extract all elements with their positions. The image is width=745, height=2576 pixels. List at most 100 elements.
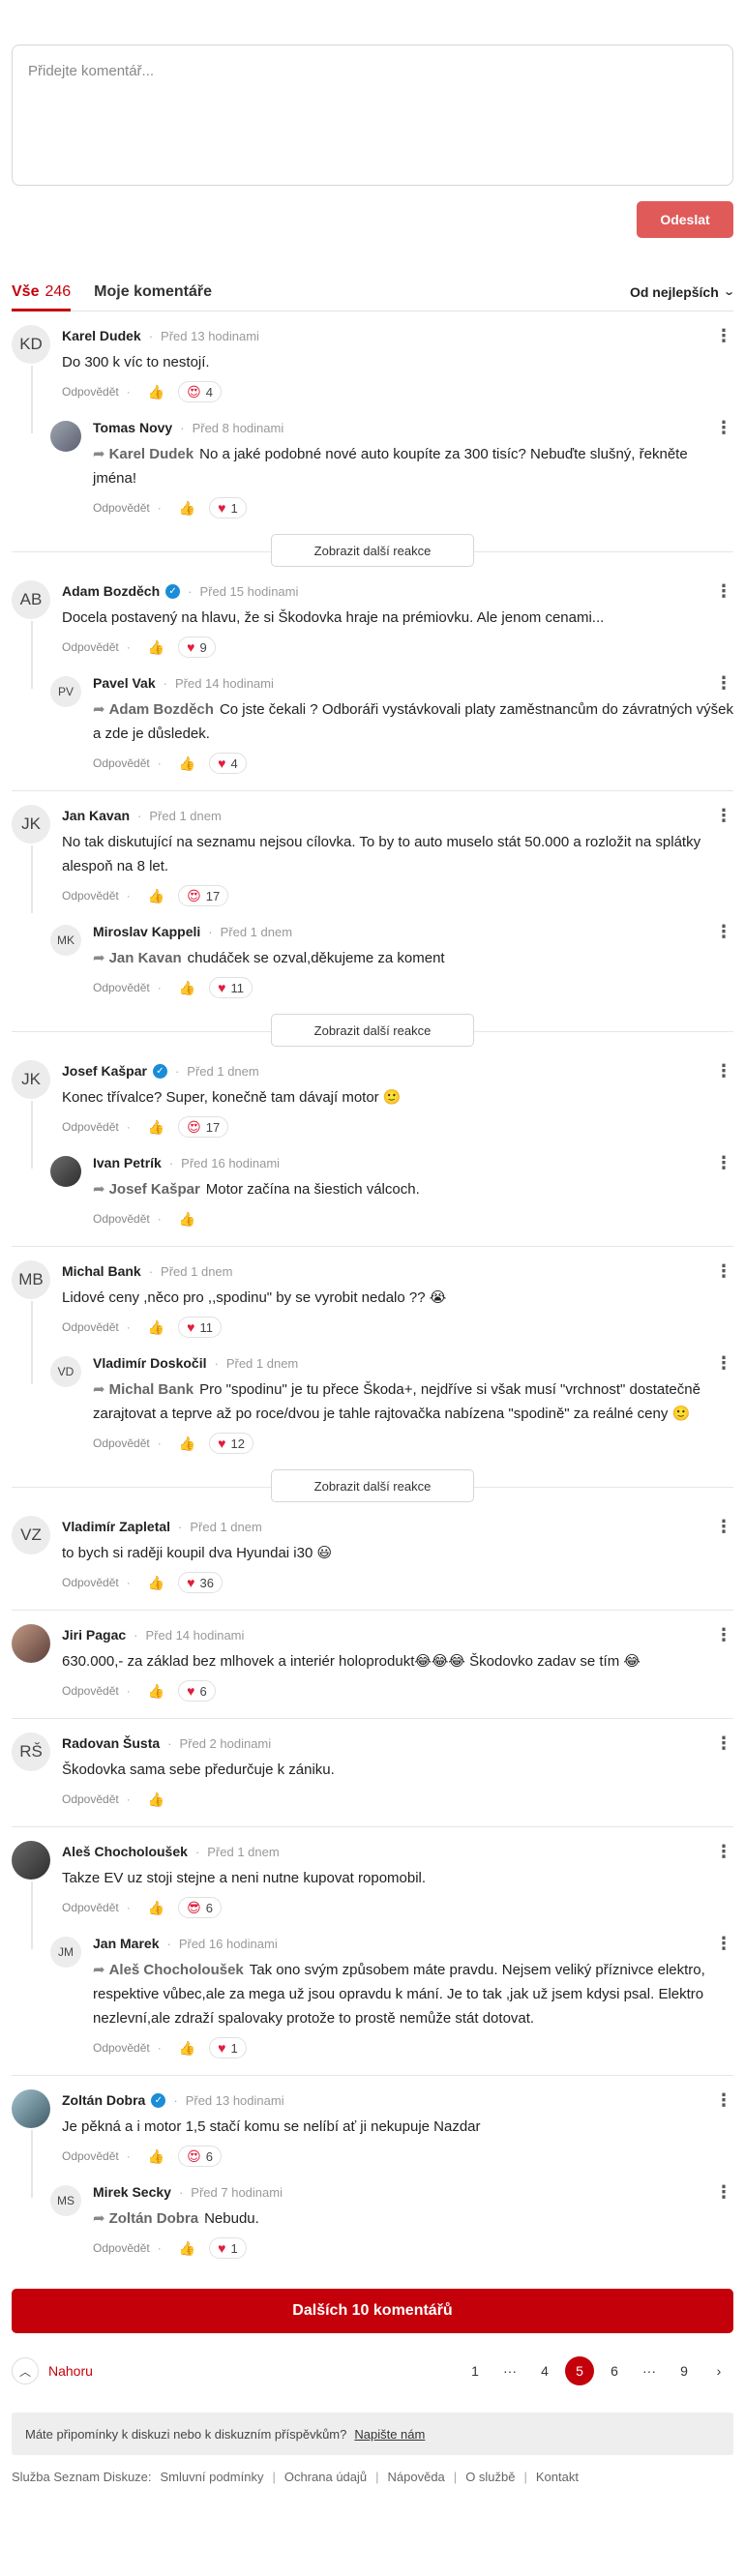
reply-link[interactable]: Odpovědět (62, 1576, 119, 1589)
avatar[interactable]: JK (12, 805, 50, 844)
more-options-icon[interactable]: ⋮ (714, 1354, 733, 1372)
reply-link[interactable]: Odpovědět (62, 1901, 119, 1914)
send-button[interactable]: Odeslat (637, 201, 733, 238)
avatar[interactable]: VZ (12, 1516, 50, 1554)
author-name[interactable]: Mirek Secky (93, 2184, 171, 2200)
mention[interactable]: ➦ Josef Kašpar (93, 1181, 200, 1198)
author-name[interactable]: Aleš Chocholoušek (62, 1844, 188, 1859)
more-options-icon[interactable]: ⋮ (714, 327, 733, 344)
reaction-badge[interactable]: 😍 17 (178, 1116, 229, 1138)
reply-link[interactable]: Odpovědět (93, 2241, 150, 2255)
thumbs-up-icon[interactable]: 👍 (148, 639, 164, 656)
thumbs-up-icon[interactable]: 👍 (148, 384, 164, 400)
reaction-badge[interactable]: ♥ 36 (178, 1572, 223, 1593)
author-name[interactable]: Vladimír Doskočil (93, 1355, 206, 1371)
avatar[interactable]: RŠ (12, 1732, 50, 1771)
author-name[interactable]: Jan Marek (93, 1936, 159, 1951)
page-5-current[interactable]: 5 (565, 2356, 594, 2385)
mention[interactable]: ➦ Adam Bozděch (93, 701, 214, 718)
author-name[interactable]: Jiri Pagac (62, 1627, 126, 1643)
avatar[interactable]: JK (12, 1060, 50, 1099)
thumbs-up-icon[interactable]: 👍 (179, 2040, 195, 2057)
thumbs-up-icon[interactable]: 👍 (179, 2240, 195, 2257)
show-more-replies-button[interactable]: Zobrazit další reakce (271, 1469, 474, 1502)
reaction-badge[interactable]: ♥ 11 (178, 1317, 222, 1338)
mention[interactable]: ➦ Zoltán Dobra (93, 2210, 198, 2227)
avatar[interactable]: AB (12, 580, 50, 619)
avatar[interactable] (12, 1841, 50, 1880)
avatar[interactable] (50, 1156, 81, 1187)
author-name[interactable]: Adam Bozděch (62, 583, 160, 599)
reply-link[interactable]: Odpovědět (62, 1120, 119, 1134)
reaction-badge[interactable]: ♥ 1 (209, 2037, 247, 2058)
avatar[interactable] (12, 2089, 50, 2128)
reply-link[interactable]: Odpovědět (62, 385, 119, 399)
feedback-link[interactable]: Napište nám (354, 2427, 425, 2442)
author-name[interactable]: Pavel Vak (93, 675, 156, 691)
page-6[interactable]: 6 (600, 2356, 629, 2385)
author-name[interactable]: Radovan Šusta (62, 1735, 160, 1751)
author-name[interactable]: Michal Bank (62, 1263, 141, 1279)
more-options-icon[interactable]: ⋮ (714, 1062, 733, 1080)
thumbs-up-icon[interactable]: 👍 (179, 755, 195, 772)
thumbs-up-icon[interactable]: 👍 (148, 1119, 164, 1136)
comment-input[interactable]: Přidejte komentář... (12, 44, 733, 186)
thumbs-up-icon[interactable]: 👍 (179, 500, 195, 517)
page-1[interactable]: 1 (461, 2356, 490, 2385)
reaction-badge[interactable]: ♥ 1 (209, 497, 247, 518)
reaction-badge[interactable]: 😍 17 (178, 885, 229, 906)
more-options-icon[interactable]: ⋮ (714, 1935, 733, 1952)
show-more-replies-button[interactable]: Zobrazit další reakce (271, 534, 474, 567)
footer-link[interactable]: Smluvní podmínky (161, 2470, 264, 2484)
more-options-icon[interactable]: ⋮ (714, 582, 733, 600)
avatar[interactable]: JM (50, 1937, 81, 1968)
reply-link[interactable]: Odpovědět (62, 1792, 119, 1806)
reply-link[interactable]: Odpovědět (93, 1212, 150, 1226)
author-name[interactable]: Josef Kašpar (62, 1063, 147, 1079)
avatar[interactable]: MS (50, 2185, 81, 2216)
thumbs-up-icon[interactable]: 👍 (148, 1319, 164, 1336)
reaction-badge[interactable]: ♥ 6 (178, 1680, 216, 1702)
thumbs-up-icon[interactable]: 👍 (148, 1683, 164, 1700)
reaction-badge[interactable]: 😍 4 (178, 381, 222, 402)
more-options-icon[interactable]: ⋮ (714, 1154, 733, 1171)
avatar[interactable] (12, 1624, 50, 1663)
footer-link[interactable]: Nápověda (388, 2470, 445, 2484)
more-options-icon[interactable]: ⋮ (714, 674, 733, 692)
more-options-icon[interactable]: ⋮ (714, 419, 733, 436)
reply-link[interactable]: Odpovědět (62, 889, 119, 903)
footer-link[interactable]: Ochrana údajů (284, 2470, 367, 2484)
back-to-top-link[interactable]: ︿ Nahoru (12, 2357, 93, 2384)
more-options-icon[interactable]: ⋮ (714, 807, 733, 824)
reaction-badge[interactable]: ♥ 12 (209, 1433, 253, 1454)
thumbs-up-icon[interactable]: 👍 (179, 1211, 195, 1228)
more-options-icon[interactable]: ⋮ (714, 1734, 733, 1752)
reply-link[interactable]: Odpovědět (62, 1320, 119, 1334)
footer-link[interactable]: O službě (465, 2470, 515, 2484)
reply-link[interactable]: Odpovědět (62, 640, 119, 654)
tab-my-comments[interactable]: Moje komentáře (94, 273, 212, 311)
footer-link[interactable]: Kontakt (536, 2470, 579, 2484)
author-name[interactable]: Miroslav Kappeli (93, 924, 200, 939)
reaction-badge[interactable]: 😍 6 (178, 2146, 222, 2167)
reply-link[interactable]: Odpovědět (93, 1436, 150, 1450)
more-options-icon[interactable]: ⋮ (714, 1518, 733, 1535)
page-9[interactable]: 9 (670, 2356, 699, 2385)
mention[interactable]: ➦ Michal Bank (93, 1381, 194, 1398)
thumbs-up-icon[interactable]: 👍 (148, 888, 164, 904)
reply-link[interactable]: Odpovědět (93, 2041, 150, 2055)
avatar[interactable]: MB (12, 1260, 50, 1299)
more-options-icon[interactable]: ⋮ (714, 1262, 733, 1280)
reaction-badge[interactable]: ♥ 11 (209, 977, 253, 998)
author-name[interactable]: Jan Kavan (62, 808, 130, 823)
mention[interactable]: ➦ Aleš Chocholoušek (93, 1962, 244, 1978)
reply-link[interactable]: Odpovědět (93, 756, 150, 770)
more-options-icon[interactable]: ⋮ (714, 1626, 733, 1643)
author-name[interactable]: Vladimír Zapletal (62, 1519, 170, 1534)
next-page-icon[interactable]: › (704, 2356, 733, 2385)
more-options-icon[interactable]: ⋮ (714, 1843, 733, 1860)
reply-link[interactable]: Odpovědět (62, 1684, 119, 1698)
author-name[interactable]: Zoltán Dobra (62, 2092, 145, 2108)
mention[interactable]: ➦ Karel Dudek (93, 446, 194, 462)
author-name[interactable]: Ivan Petrík (93, 1155, 162, 1170)
